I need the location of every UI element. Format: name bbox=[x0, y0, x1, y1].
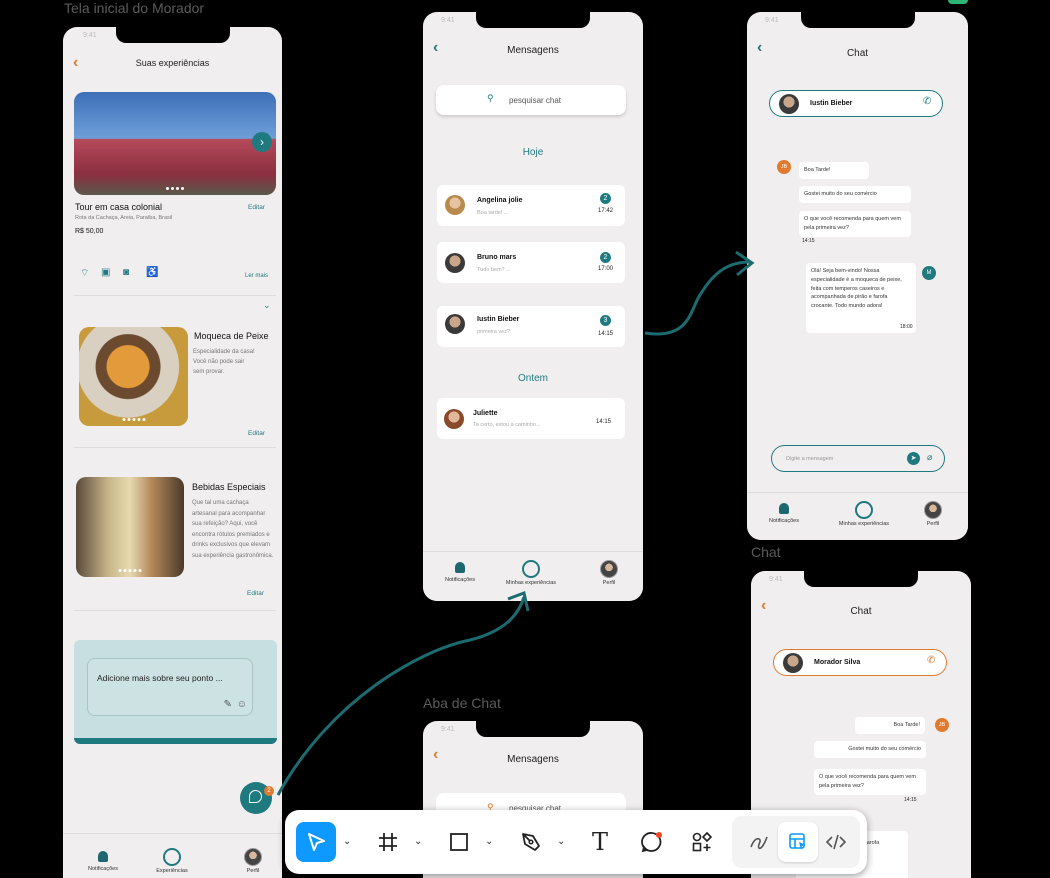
draw-icon bbox=[750, 836, 768, 850]
draw-mode-button[interactable] bbox=[739, 822, 779, 862]
components-icon bbox=[692, 831, 713, 852]
pen-tool-button[interactable] bbox=[511, 822, 551, 862]
chevron-down-icon[interactable]: ⌄ bbox=[414, 836, 422, 847]
pen-icon bbox=[522, 833, 540, 851]
design-mode-icon bbox=[789, 833, 806, 850]
dev-mode-button[interactable] bbox=[816, 822, 856, 862]
arrow-messages-to-chat bbox=[644, 260, 751, 336]
move-tool-button[interactable] bbox=[296, 822, 336, 862]
text-tool-button[interactable]: T bbox=[580, 822, 620, 862]
comment-tool-button[interactable] bbox=[632, 822, 672, 862]
design-mode-button[interactable] bbox=[778, 822, 818, 862]
design-toolbar: ⌄ ⌄ ⌄ ⌄ T bbox=[285, 810, 867, 874]
frame-icon bbox=[379, 833, 397, 851]
chevron-down-icon[interactable]: ⌄ bbox=[343, 836, 351, 847]
rectangle-icon bbox=[450, 833, 468, 851]
frame-tool-button[interactable] bbox=[368, 822, 408, 862]
cursor-icon bbox=[308, 833, 325, 851]
chevron-down-icon[interactable]: ⌄ bbox=[557, 836, 565, 847]
mode-group bbox=[732, 816, 860, 868]
comment-icon bbox=[641, 832, 662, 853]
resources-tool-button[interactable] bbox=[682, 822, 722, 862]
shape-tool-button[interactable] bbox=[439, 822, 479, 862]
prototype-arrows bbox=[276, 250, 755, 796]
arrow-home-to-messages bbox=[276, 596, 526, 796]
chevron-down-icon[interactable]: ⌄ bbox=[485, 836, 493, 847]
code-icon bbox=[825, 834, 847, 850]
